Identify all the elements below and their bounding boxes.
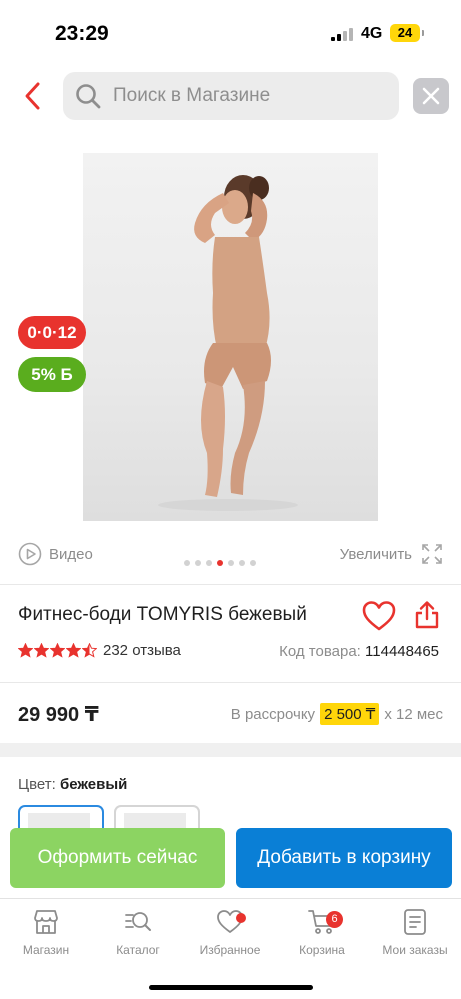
tab-cart[interactable]: 6 Корзина [276,907,368,957]
star-icon [18,643,33,658]
tab-favorites[interactable]: Избранное [184,907,276,957]
color-value: бежевый [59,776,128,793]
clear-search-button[interactable] [413,78,449,114]
product-title: Фитнес-боди TOMYRIS бежевый [18,604,307,625]
catalog-search-icon [125,912,151,931]
installment-suffix: x 12 мес [384,705,443,723]
add-to-cart-button[interactable]: Добавить в корзину [236,828,452,888]
play-icon [18,542,42,566]
tab-label: Избранное [199,943,261,957]
product-price: 29 990 ₸ [18,704,99,726]
product-code: Код товара: 114448465 [279,643,439,660]
tab-bar: Магазин Каталог Избранное 6 Корзина Мои … [0,898,461,999]
product-image[interactable] [83,153,378,521]
network-type: 4G [361,25,383,42]
tab-label: Мои заказы [382,943,448,957]
chevron-left-icon [25,82,40,110]
star-icon [82,643,97,658]
color-label-text: Цвет: [18,776,56,793]
tab-shop[interactable]: Магазин [0,907,92,957]
share-icon [415,601,439,629]
image-pager[interactable] [184,560,256,566]
close-icon [422,87,440,105]
star-icon [66,643,81,658]
pager-dot[interactable] [228,560,234,566]
rating-stars [18,643,97,658]
bonus-badge: 5% Б [18,357,86,392]
home-indicator [149,985,313,990]
video-label: Видео [49,545,93,563]
search-bar[interactable] [63,72,399,120]
back-button[interactable] [18,80,50,112]
zoom-label: Увеличить [339,545,412,563]
video-button[interactable]: Видео [18,541,93,567]
product-code-value: 114448465 [365,643,439,660]
favorite-button[interactable] [362,600,396,632]
tab-orders[interactable]: Мои заказы [369,907,461,957]
tab-label: Магазин [22,943,70,957]
tab-label: Корзина [299,943,345,957]
pager-dot[interactable] [195,560,201,566]
divider [0,682,461,683]
pager-dot[interactable] [184,560,190,566]
color-label: Цвет: бежевый [18,776,127,793]
section-separator [0,743,461,757]
search-input[interactable] [113,72,393,120]
star-icon [50,643,65,658]
signal-icon [331,27,355,41]
status-time: 23:29 [55,22,109,45]
installment-info[interactable]: В рассрочку 2 500 ₸ x 12 мес [231,703,443,725]
product-code-label: Код товара: [279,643,361,660]
product-rating[interactable]: 232 отзыва [18,642,181,659]
installment-badge: 0·0·12 [18,316,86,349]
product-photo-figure [158,175,298,511]
search-icon [76,84,101,109]
cart-count-badge: 6 [326,911,343,928]
pager-dot[interactable] [239,560,245,566]
battery-icon: 24 [390,24,420,42]
orders-icon [404,909,426,935]
tab-label: Каталог [116,943,160,957]
expand-icon [422,544,442,564]
pager-dot[interactable] [206,560,212,566]
status-bar: 23:29 4G 24 [0,0,461,66]
pager-dot-active[interactable] [217,560,223,566]
installment-amount: 2 500 ₸ [320,703,380,725]
heart-icon [362,601,396,631]
pager-dot[interactable] [250,560,256,566]
battery-tip [422,30,424,36]
divider [0,584,461,585]
star-icon [34,643,49,658]
share-button[interactable] [413,600,441,630]
installment-prefix: В рассрочку [230,705,316,723]
reviews-link[interactable]: 232 отзыва [103,642,181,659]
shop-icon [34,910,58,934]
notification-dot [236,913,246,923]
tab-catalog[interactable]: Каталог [92,907,184,957]
buy-now-button[interactable]: Оформить сейчас [10,828,225,888]
zoom-button[interactable]: Увеличить [340,541,444,567]
